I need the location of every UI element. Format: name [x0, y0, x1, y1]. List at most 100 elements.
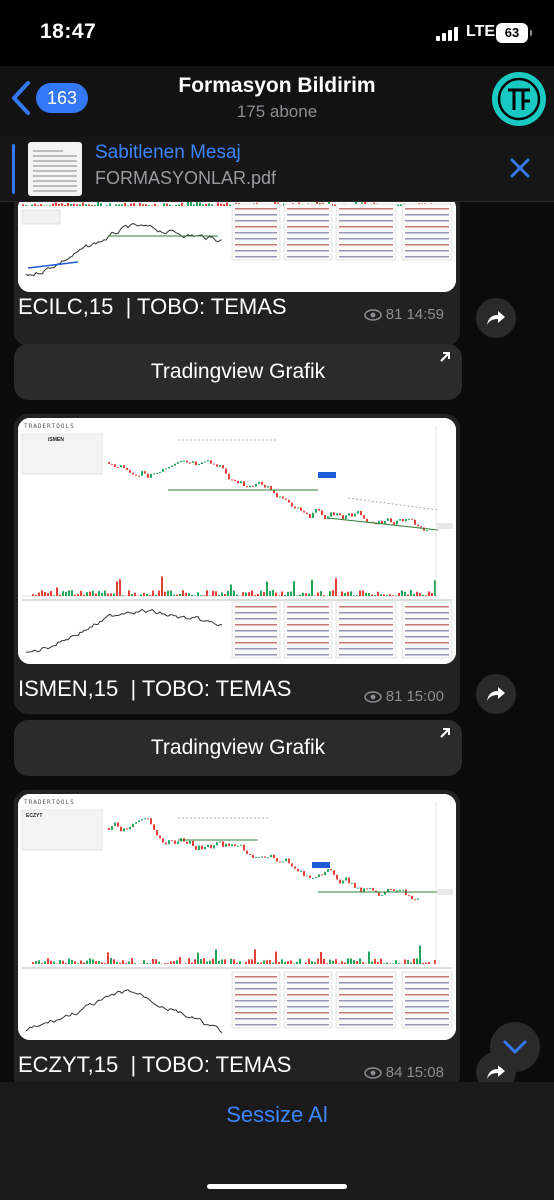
candle — [216, 842, 218, 846]
volume-bar — [146, 962, 148, 964]
message-bubble[interactable]: TRADERTOOLS ECZYT ECZYT,15 | TOBO: TEMAS… — [14, 790, 460, 1082]
candle — [390, 518, 392, 523]
candle — [285, 858, 287, 862]
candle — [183, 460, 185, 462]
volume-bar — [371, 594, 373, 596]
volume-bar — [101, 592, 103, 596]
table-row — [339, 226, 393, 228]
candle — [381, 520, 383, 524]
candle — [222, 465, 224, 469]
volume-bar — [166, 203, 168, 206]
volume-bar — [164, 591, 166, 596]
candle — [303, 871, 305, 877]
channel-title[interactable]: Formasyon Bildirim — [0, 74, 554, 98]
volume-bar — [56, 963, 58, 964]
volume-bar — [97, 202, 99, 206]
table-row — [339, 988, 393, 990]
message-bubble[interactable]: TRADERTOOLS ISMEN ISMEN,15 | TOBO: TEMAS — [14, 414, 460, 714]
candle — [114, 464, 116, 468]
volume-bar — [344, 592, 346, 596]
volume-bar — [158, 961, 160, 964]
volume-bar — [287, 591, 289, 596]
volume-bar — [47, 593, 49, 596]
table-row — [339, 624, 393, 626]
scroll-down-button[interactable] — [490, 1022, 540, 1072]
volume-bar — [296, 595, 298, 596]
volume-bar — [374, 594, 376, 596]
volume-bar — [221, 592, 223, 596]
candle — [171, 465, 173, 467]
candle — [309, 875, 311, 878]
candle — [396, 890, 398, 892]
candle — [336, 874, 338, 880]
volume-bar — [320, 952, 322, 964]
table-row — [235, 606, 277, 608]
candle — [393, 522, 395, 525]
table-row — [235, 226, 277, 228]
chart-image[interactable]: TRADERTOOLS ISMEN — [18, 418, 456, 664]
volume-bar — [167, 963, 169, 964]
volume-bar — [71, 590, 73, 596]
volume-bar — [80, 590, 82, 596]
table-row — [287, 636, 329, 638]
table-row — [339, 1000, 393, 1002]
volume-bar — [35, 961, 37, 964]
candle — [156, 472, 158, 474]
share-button[interactable] — [476, 298, 516, 338]
candle — [282, 861, 284, 863]
pinned-message[interactable]: Sabitlenen Mesaj FORMASYONLAR.pdf — [0, 136, 554, 202]
candle — [132, 472, 134, 475]
candle — [267, 486, 269, 488]
volume-bar — [83, 962, 85, 964]
volume-bar — [145, 204, 147, 206]
candle — [225, 843, 227, 847]
candle — [276, 493, 278, 498]
volume-bar — [65, 963, 67, 964]
message-list[interactable]: ECILC,15 | TOBO: TEMAS 81 14:59 Tradingv… — [0, 202, 554, 1082]
chart-image[interactable] — [18, 202, 456, 292]
tradingview-link-button[interactable]: Tradingview Grafik — [14, 720, 462, 776]
volume-bar — [82, 202, 84, 206]
table-row — [339, 654, 393, 656]
volume-bar — [200, 595, 202, 596]
message-bubble[interactable]: ECILC,15 | TOBO: TEMAS 81 14:59 — [14, 202, 460, 346]
candle — [285, 498, 287, 500]
volume-bar — [317, 592, 319, 596]
volume-bar — [215, 949, 217, 964]
share-button[interactable] — [476, 674, 516, 714]
close-pinned-icon[interactable] — [506, 154, 534, 182]
mute-button[interactable]: Sessize Al — [0, 1102, 554, 1128]
candle — [192, 840, 194, 847]
table-row — [235, 1018, 277, 1020]
volume-bar — [43, 205, 45, 206]
chart-symbol: ECZYT — [26, 813, 42, 819]
candle — [219, 841, 221, 843]
volume-bar — [314, 962, 316, 964]
table-row — [287, 648, 329, 650]
volume-bar — [65, 591, 67, 596]
candle — [315, 877, 317, 879]
candle — [333, 870, 335, 875]
candle — [366, 518, 368, 522]
table-row — [339, 256, 393, 258]
volume-bar — [410, 962, 412, 964]
volume-bar — [326, 963, 328, 964]
candle — [135, 474, 137, 476]
channel-avatar[interactable] — [492, 72, 546, 126]
volume-bar — [407, 594, 409, 596]
volume-bar — [220, 203, 222, 206]
home-indicator — [207, 1184, 347, 1189]
volume-bar — [428, 962, 430, 964]
candle — [159, 835, 161, 839]
tradingview-link-button[interactable]: Tradingview Grafik — [14, 344, 462, 400]
candle — [108, 828, 110, 830]
table-row — [235, 624, 277, 626]
volume-bar — [194, 595, 196, 596]
candle — [342, 880, 344, 884]
candle — [129, 470, 131, 473]
volume-bar — [416, 958, 418, 964]
volume-bar — [272, 962, 274, 964]
chart-image[interactable]: TRADERTOOLS ECZYT — [18, 794, 456, 1040]
candle — [261, 856, 263, 858]
volume-bar — [191, 962, 193, 964]
